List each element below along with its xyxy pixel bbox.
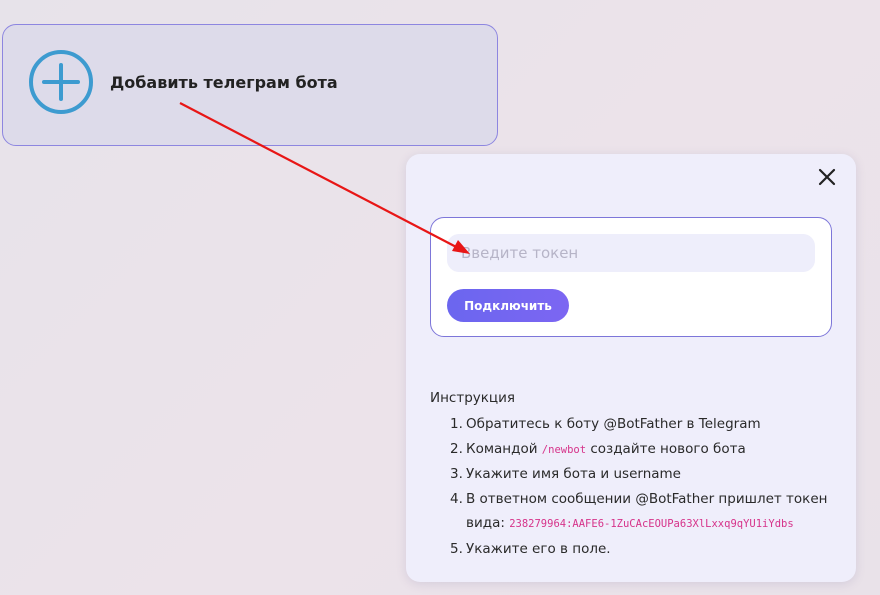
add-telegram-bot-card[interactable]: Добавить телеграм бота <box>2 24 498 146</box>
instruction-step: 2. Командой /newbot создайте нового бота <box>450 440 746 457</box>
newbot-command: /newbot <box>541 443 587 456</box>
plus-circle-icon <box>29 50 93 114</box>
instructions-list: 1. Обратитесь к боту @BotFather в Telegr… <box>430 412 840 561</box>
instructions: Инструкция 1. Обратитесь к боту @BotFath… <box>430 388 840 561</box>
instruction-step: 1. Обратитесь к боту @BotFather в Telegr… <box>450 416 761 432</box>
connect-button[interactable]: Подключить <box>447 289 569 322</box>
token-input[interactable] <box>447 234 815 272</box>
instruction-step: 4. В ответном сообщении @BotFather пришл… <box>450 490 828 532</box>
connect-bot-modal: Подключить Инструкция 1. Обратитесь к бо… <box>406 154 856 582</box>
close-icon[interactable] <box>816 166 838 188</box>
token-example: 238279964:AAFE6-1ZuCAcEOUPa63XlLxxq9qYU1… <box>509 518 794 530</box>
instructions-title: Инструкция <box>430 390 516 406</box>
instruction-step: 5. Укажите его в поле. <box>450 540 611 557</box>
instruction-step: 3. Укажите имя бота и username <box>450 466 681 482</box>
add-bot-label: Добавить телеграм бота <box>110 73 338 92</box>
token-form: Подключить <box>430 217 832 337</box>
